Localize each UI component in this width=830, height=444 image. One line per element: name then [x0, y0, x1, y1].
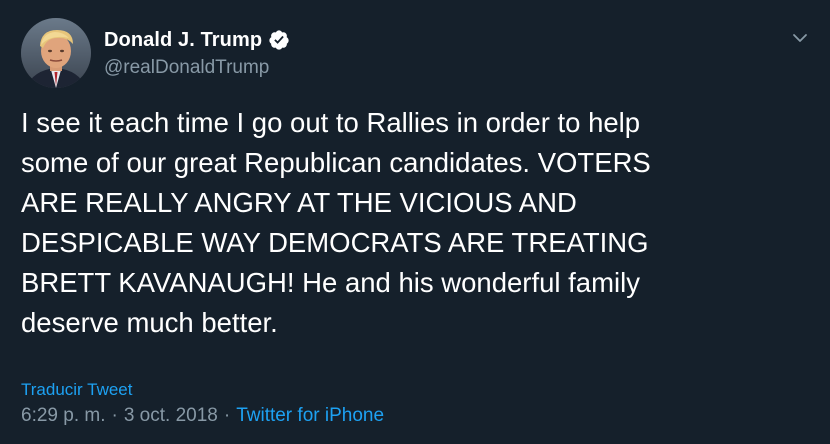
user-handle[interactable]: @realDonaldTrump — [104, 57, 290, 79]
author-info: Donald J. Trump @realDonaldTrump — [104, 27, 290, 79]
chevron-down-icon[interactable] — [790, 28, 810, 48]
tweet-time[interactable]: 6:29 p. m. — [21, 405, 106, 427]
separator: · — [111, 405, 118, 426]
verified-badge-icon — [268, 29, 290, 51]
tweet-text: I see it each time I go out to Rallies i… — [21, 107, 651, 338]
separator: · — [223, 405, 231, 426]
tweet-card: Donald J. Trump @realDonaldTrump I see i… — [0, 0, 830, 444]
tweet-source-link[interactable]: Twitter for iPhone — [236, 405, 384, 427]
avatar-image — [21, 18, 91, 88]
tweet-metadata: 6:29 p. m. · 3 oct. 2018 · Twitter for i… — [21, 405, 384, 427]
tweet-date[interactable]: 3 oct. 2018 — [124, 405, 218, 427]
avatar[interactable] — [21, 18, 91, 88]
display-name[interactable]: Donald J. Trump — [104, 29, 262, 52]
name-row: Donald J. Trump — [104, 27, 290, 53]
translate-tweet-link[interactable]: Traducir Tweet — [21, 380, 133, 400]
